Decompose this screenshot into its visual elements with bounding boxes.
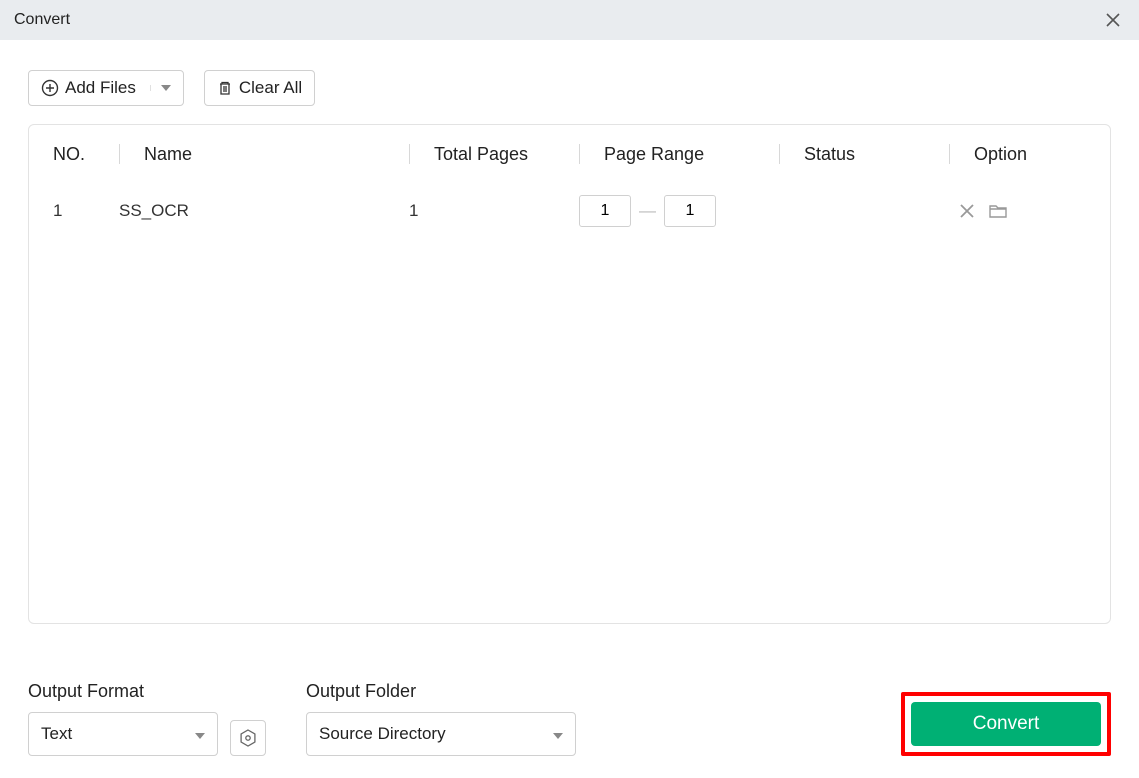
output-folder-select[interactable]: Source Directory — [306, 712, 576, 756]
header-page-range: Page Range — [604, 144, 704, 165]
cell-page-range: — — [579, 195, 779, 227]
caret-down-icon — [553, 724, 563, 744]
clear-all-label: Clear All — [239, 78, 302, 98]
output-folder-group: Output Folder Source Directory — [306, 681, 576, 756]
header-no: NO. — [39, 144, 85, 165]
header-status: Status — [804, 144, 855, 165]
header-name: Name — [144, 144, 192, 165]
titlebar: Convert — [0, 0, 1139, 40]
cell-name: SS_OCR — [119, 201, 409, 221]
header-option: Option — [974, 144, 1027, 165]
output-folder-value: Source Directory — [319, 724, 446, 744]
cell-option — [949, 203, 1099, 219]
add-files-label: Add Files — [65, 78, 136, 98]
x-icon — [959, 203, 975, 219]
file-table: NO. Name Total Pages Page Range Status O… — [28, 124, 1111, 624]
output-format-settings-button[interactable] — [230, 720, 266, 756]
range-dash: — — [639, 201, 656, 221]
table-row: 1 SS_OCR 1 — — [29, 183, 1110, 239]
page-range-to-input[interactable] — [664, 195, 716, 227]
page-range-from-input[interactable] — [579, 195, 631, 227]
folder-icon — [989, 203, 1007, 219]
toolbar: Add Files Clear All — [0, 40, 1139, 124]
trash-icon — [217, 80, 233, 96]
remove-row-button[interactable] — [959, 203, 975, 219]
cell-total-pages: 1 — [409, 201, 579, 221]
close-icon — [1106, 13, 1120, 27]
caret-down-icon — [161, 85, 171, 91]
footer: Output Format Text Output Folder Source … — [0, 681, 1139, 756]
window-title: Convert — [14, 11, 70, 29]
output-format-group: Output Format Text — [28, 681, 266, 756]
plus-circle-icon — [41, 79, 59, 97]
convert-button[interactable]: Convert — [911, 702, 1101, 746]
output-folder-label: Output Folder — [306, 681, 576, 702]
output-format-label: Output Format — [28, 681, 266, 702]
add-files-dropdown[interactable] — [150, 85, 171, 91]
caret-down-icon — [195, 724, 205, 744]
output-format-select[interactable]: Text — [28, 712, 218, 756]
table-header: NO. Name Total Pages Page Range Status O… — [29, 125, 1110, 183]
convert-highlight: Convert — [901, 692, 1111, 756]
cell-no: 1 — [39, 201, 119, 221]
clear-all-button[interactable]: Clear All — [204, 70, 315, 106]
gear-icon — [239, 729, 257, 747]
header-total-pages: Total Pages — [434, 144, 528, 165]
open-folder-button[interactable] — [989, 203, 1007, 219]
add-files-button[interactable]: Add Files — [28, 70, 184, 106]
close-button[interactable] — [1101, 8, 1125, 32]
output-format-value: Text — [41, 724, 72, 744]
